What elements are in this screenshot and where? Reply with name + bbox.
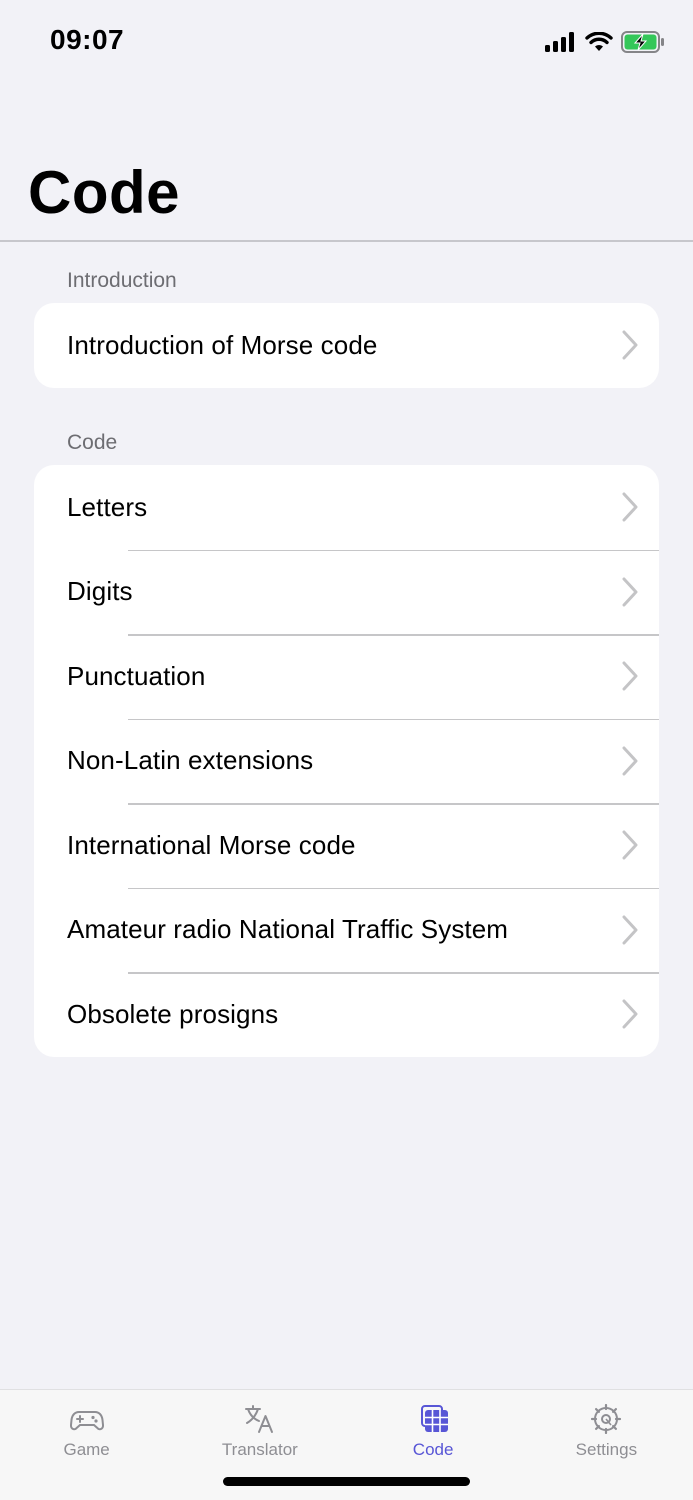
screen: 09:07 Code Introduction Introduction of … xyxy=(0,0,693,1500)
status-time: 09:07 xyxy=(50,24,125,55)
list-item-label: International Morse code xyxy=(67,829,356,860)
list-item-non-latin-extensions[interactable]: Non-Latin extensions xyxy=(34,718,659,804)
list-item-international-morse-code[interactable]: International Morse code xyxy=(34,803,659,888)
list-item-digits[interactable]: Digits xyxy=(34,549,659,635)
tab-settings[interactable]: Settings xyxy=(520,1390,693,1500)
page-title: Code xyxy=(28,159,180,226)
chevron-right-icon xyxy=(622,577,638,607)
list-item-letters[interactable]: Letters xyxy=(34,465,659,550)
list-item-introduction-of-morse-code[interactable]: Introduction of Morse code xyxy=(34,303,659,388)
status-icons xyxy=(545,28,665,56)
section-header-code: Code xyxy=(67,431,118,454)
list-group-code: Letters Digits Punctuation Non-Latin ext… xyxy=(34,465,659,1057)
game-controller-icon xyxy=(69,1411,104,1431)
status-bar: 09:07 xyxy=(0,0,693,84)
tab-label: Translator xyxy=(221,1440,298,1459)
chevron-right-icon xyxy=(622,830,638,860)
list-item-label: Obsolete prosigns xyxy=(67,998,279,1029)
chevron-right-icon xyxy=(622,746,638,776)
tab-label: Game xyxy=(63,1440,110,1459)
list-item-label: Letters xyxy=(67,491,148,522)
home-indicator xyxy=(223,1477,470,1486)
section-header-introduction: Introduction xyxy=(67,269,177,292)
list-item-punctuation[interactable]: Punctuation xyxy=(34,634,659,719)
battery-charging-icon xyxy=(621,31,664,53)
list-item-label: Introduction of Morse code xyxy=(67,329,378,360)
list-group-introduction: Introduction of Morse code xyxy=(34,303,659,388)
list-item-obsolete-prosigns[interactable]: Obsolete prosigns xyxy=(34,972,659,1057)
gear-icon xyxy=(591,1404,622,1434)
chevron-right-icon xyxy=(622,661,638,691)
tab-game[interactable]: Game xyxy=(0,1390,173,1500)
chevron-right-icon xyxy=(622,492,638,522)
title-divider xyxy=(0,240,693,242)
chevron-right-icon xyxy=(622,999,638,1029)
list-item-label: Amateur radio National Traffic System xyxy=(67,914,509,945)
chevron-right-icon xyxy=(622,330,638,360)
list-item-amateur-radio-nts[interactable]: Amateur radio National Traffic System xyxy=(34,887,659,973)
code-table-icon xyxy=(421,1405,449,1432)
cellular-signal-icon xyxy=(545,32,574,52)
list-item-label: Digits xyxy=(67,576,133,607)
list-item-label: Punctuation xyxy=(67,660,206,691)
tab-label: Settings xyxy=(575,1440,638,1459)
list-item-label: Non-Latin extensions xyxy=(67,745,314,776)
tab-label: Code xyxy=(412,1440,454,1459)
translate-icon xyxy=(244,1405,273,1433)
chevron-right-icon xyxy=(622,915,638,945)
wifi-icon xyxy=(585,32,613,51)
